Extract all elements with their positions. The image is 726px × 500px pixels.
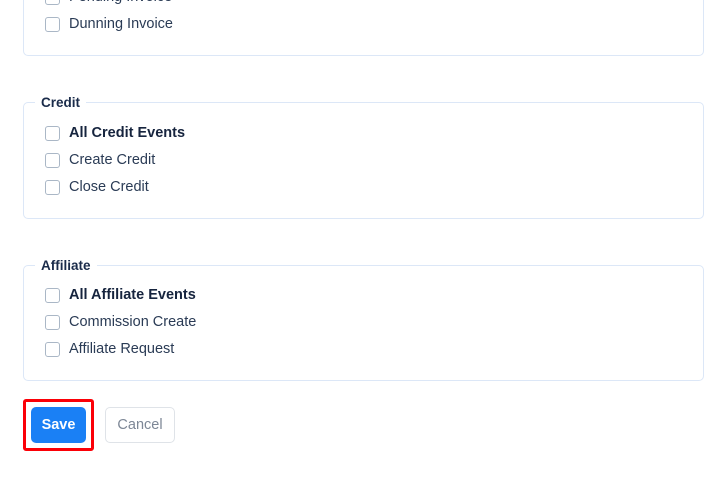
- option-label: Commission Create: [69, 314, 197, 331]
- checkbox-icon[interactable]: [45, 125, 60, 141]
- option-row-all-affiliate-events[interactable]: All Affiliate Events: [24, 282, 703, 309]
- option-row-create-credit[interactable]: Create Credit: [24, 147, 703, 174]
- checkbox-icon[interactable]: [45, 342, 60, 357]
- option-label: Pending Invoice: [69, 0, 172, 5]
- option-label: Create Credit: [69, 151, 156, 168]
- option-label: Close Credit: [69, 178, 149, 195]
- option-row-dunning-invoice[interactable]: Dunning Invoice: [24, 11, 703, 38]
- notification-events-form: All Invoice Events Create Invoice Pendin…: [0, 0, 726, 451]
- cancel-button[interactable]: Cancel: [105, 407, 175, 443]
- save-button-highlight: Save: [23, 399, 94, 451]
- option-label: All Credit Events: [69, 124, 186, 141]
- checkbox-icon[interactable]: [45, 0, 60, 5]
- event-group-credit: Credit All Credit Events Create Credit C…: [23, 96, 704, 219]
- checkbox-icon[interactable]: [45, 17, 60, 32]
- checkbox-icon[interactable]: [45, 179, 60, 195]
- event-group-credit-body: All Credit Events Create Credit Close Cr…: [24, 110, 703, 201]
- option-label: Dunning Invoice: [69, 16, 173, 33]
- option-label: All Affiliate Events: [69, 287, 196, 304]
- event-group-affiliate: Affiliate All Affiliate Events Commissio…: [23, 257, 704, 381]
- form-actions: Save Cancel: [23, 399, 726, 451]
- checkbox-icon[interactable]: [45, 288, 60, 303]
- settings-scroll-viewport[interactable]: All Invoice Events Create Invoice Pendin…: [0, 0, 726, 500]
- event-group-invoice: All Invoice Events Create Invoice Pendin…: [23, 0, 704, 56]
- event-group-invoice-body: All Invoice Events Create Invoice Pendin…: [24, 0, 703, 38]
- option-row-all-credit-events[interactable]: All Credit Events: [24, 120, 703, 147]
- option-label: Affiliate Request: [69, 341, 175, 358]
- checkbox-icon[interactable]: [45, 315, 60, 330]
- checkbox-icon[interactable]: [45, 152, 60, 168]
- event-group-credit-legend: Credit: [41, 95, 81, 110]
- option-row-commission-create[interactable]: Commission Create: [24, 309, 703, 336]
- event-group-affiliate-legend: Affiliate: [41, 257, 91, 273]
- option-row-pending-invoice[interactable]: Pending Invoice: [24, 0, 703, 11]
- option-row-affiliate-request[interactable]: Affiliate Request: [24, 336, 703, 363]
- save-button[interactable]: Save: [31, 407, 86, 443]
- option-row-close-credit[interactable]: Close Credit: [24, 174, 703, 201]
- event-group-affiliate-body: All Affiliate Events Commission Create A…: [24, 272, 703, 363]
